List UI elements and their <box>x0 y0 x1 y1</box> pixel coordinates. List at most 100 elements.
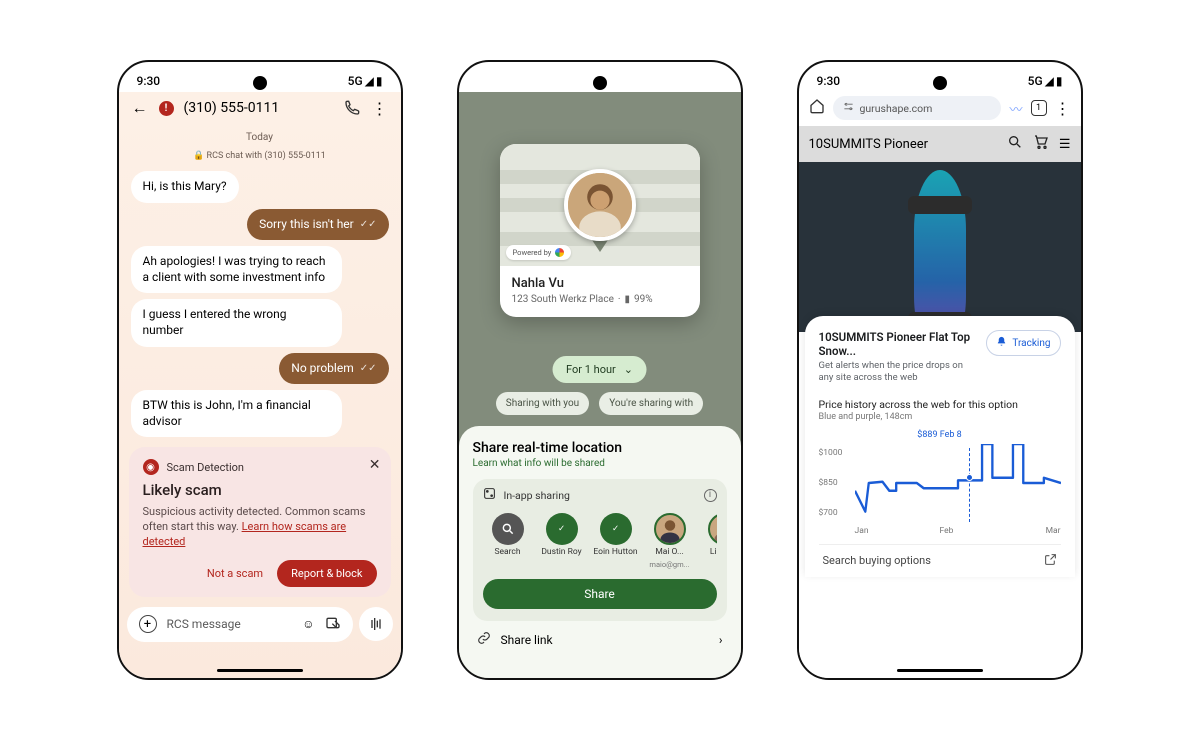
learn-link[interactable]: Learn what info will be shared <box>473 458 727 469</box>
cart-icon[interactable] <box>1033 134 1049 154</box>
contact-item[interactable]: ✓ Dustin Roy <box>537 513 587 569</box>
network-label: 5G <box>688 74 703 88</box>
section-label: In-app sharing <box>504 489 570 502</box>
spam-alert-icon: ! <box>159 101 174 116</box>
contact-label: Search <box>494 548 520 557</box>
contact-label: Lil Smy <box>710 548 717 557</box>
more-icon[interactable]: ⋮ <box>1055 99 1071 118</box>
bell-icon <box>996 336 1007 350</box>
status-right: 5G ◢ ▮ <box>1028 74 1063 88</box>
scam-headline: Likely scam <box>143 481 377 499</box>
signal-icon: ◢ <box>1045 74 1054 88</box>
phone-location-share: 9:30 5G ◢ ▮ Sharing with you You're shar… <box>457 60 743 680</box>
message-in[interactable]: I guess I entered the wrong number <box>131 299 343 346</box>
contact-avatar <box>654 513 686 545</box>
duration-selector[interactable]: For 1 hour ⌄ <box>552 356 647 383</box>
tab-count: 1 <box>1036 103 1041 113</box>
contact-avatar <box>708 513 717 545</box>
x-tick: Feb <box>940 526 954 536</box>
read-receipt-icon: ✓✓ <box>360 218 377 231</box>
price-history-chart[interactable]: $1000 $850 $700 Jan Feb Mar <box>819 444 1061 536</box>
composer-field[interactable]: + RCS message ☺ <box>127 607 353 642</box>
report-block-button[interactable]: Report & block <box>277 560 376 587</box>
dice-icon <box>483 487 496 503</box>
tracking-label: Tracking <box>1012 338 1050 349</box>
voice-message-button[interactable] <box>359 607 393 641</box>
camera-cutout <box>933 76 947 90</box>
status-right: 5G ◢ ▮ <box>688 74 723 88</box>
scam-label: Scam Detection <box>167 461 245 474</box>
info-icon[interactable]: i <box>704 489 717 502</box>
emoji-icon[interactable]: ☺ <box>302 617 314 631</box>
contact-item[interactable]: ✓ Eoin Hutton <box>591 513 641 569</box>
status-time: 9:30 <box>817 74 841 88</box>
contact-search[interactable]: Search <box>483 513 533 569</box>
scam-detection-card: ✕ ◉ Scam Detection Likely scam Suspiciou… <box>129 447 391 597</box>
tab-switcher[interactable]: 1 <box>1031 100 1047 116</box>
menu-icon[interactable]: ☰ <box>1059 137 1071 152</box>
in-app-sharing-section: In-app sharing i Search ✓ Dustin Roy <box>473 479 727 621</box>
contact-sublabel: maio@gm... <box>649 561 689 569</box>
camera-cutout <box>253 76 267 90</box>
product-hero[interactable] <box>799 162 1081 332</box>
tab-sharing-with-you: Sharing with you <box>496 392 589 415</box>
search-buying-options[interactable]: Search buying options <box>823 554 931 567</box>
external-link-icon[interactable] <box>1044 553 1057 569</box>
price-insights-icon[interactable]: 〰 <box>1009 99 1022 118</box>
background-tabs: Sharing with you You're sharing with <box>459 392 741 415</box>
url-bar[interactable]: gurushape.com <box>833 96 1002 120</box>
back-icon[interactable]: ← <box>131 98 149 118</box>
product-title: 10SUMMITS Pioneer Flat Top Snow... <box>819 330 979 358</box>
search-icon[interactable] <box>1007 134 1023 154</box>
signal-icon: ◢ <box>365 74 374 88</box>
share-link-row[interactable]: Share link <box>501 633 553 647</box>
contacts-row[interactable]: Search ✓ Dustin Roy ✓ Eoin Hutton Mai O.… <box>483 513 717 569</box>
not-scam-button[interactable]: Not a scam <box>207 567 263 580</box>
check-icon: ✓ <box>546 513 578 545</box>
share-button[interactable]: Share <box>483 579 717 609</box>
more-icon[interactable]: ⋮ <box>371 99 389 118</box>
add-attachment-icon[interactable]: + <box>139 615 157 633</box>
gallery-icon[interactable] <box>325 615 341 634</box>
store-header: 10SUMMITS Pioneer ☰ <box>799 126 1081 162</box>
message-in[interactable]: BTW this is John, I'm a financial adviso… <box>131 390 343 437</box>
home-indicator[interactable] <box>217 669 303 672</box>
composer-placeholder: RCS message <box>167 617 293 631</box>
y-tick: $850 <box>819 478 838 488</box>
chevron-right-icon: › <box>719 633 723 647</box>
close-icon[interactable]: ✕ <box>369 457 381 473</box>
battery-icon: ▮ <box>376 74 383 88</box>
x-tick: Mar <box>1046 526 1061 536</box>
call-icon[interactable] <box>343 100 361 116</box>
network-label: 5G <box>348 74 363 88</box>
home-indicator[interactable] <box>897 669 983 672</box>
price-callout: $889 Feb 8 <box>819 430 1061 440</box>
tab-youre-sharing: You're sharing with <box>599 392 703 415</box>
contact-item[interactable]: Mai O... maio@gm... <box>645 513 695 569</box>
message-out[interactable]: No problem ✓✓ <box>279 353 388 385</box>
y-tick: $700 <box>819 508 838 518</box>
powered-label: Powered by <box>513 248 552 257</box>
check-icon: ✓ <box>600 513 632 545</box>
phone-price-tracking: 9:30 5G ◢ ▮ gurushape.com 〰 1 ⋮ 10SUMMIT… <box>797 60 1083 680</box>
message-in[interactable]: Hi, is this Mary? <box>131 171 239 203</box>
url-text: gurushape.com <box>860 102 933 115</box>
tracking-chip[interactable]: Tracking <box>986 330 1060 356</box>
signal-icon: ◢ <box>705 74 714 88</box>
price-tracking-card: 10SUMMITS Pioneer Flat Top Snow... Get a… <box>805 316 1075 577</box>
contact-item[interactable]: Lil Smy <box>699 513 717 569</box>
google-logo-icon <box>555 248 564 257</box>
powered-by-badge: Powered by <box>506 245 572 260</box>
read-receipt-icon: ✓✓ <box>360 362 377 375</box>
user-address: 123 South Werkz Place · ▮ 99% <box>512 294 688 305</box>
phone-messages: 9:30 5G ◢ ▮ ← ! (310) 555-0111 ⋮ Today 🔒… <box>117 60 403 680</box>
chart-svg <box>855 444 1061 522</box>
contact-label: Eoin Hutton <box>593 548 637 557</box>
price-history-sub: Blue and purple, 148cm <box>819 412 1061 422</box>
home-icon[interactable] <box>809 98 825 118</box>
message-in[interactable]: Ah apologies! I was trying to reach a cl… <box>131 246 343 293</box>
camera-cutout <box>593 76 607 90</box>
message-out[interactable]: Sorry this isn't her ✓✓ <box>247 209 388 241</box>
conversation-header: ← ! (310) 555-0111 ⋮ <box>119 92 401 124</box>
header-phone-number[interactable]: (310) 555-0111 <box>184 100 333 116</box>
